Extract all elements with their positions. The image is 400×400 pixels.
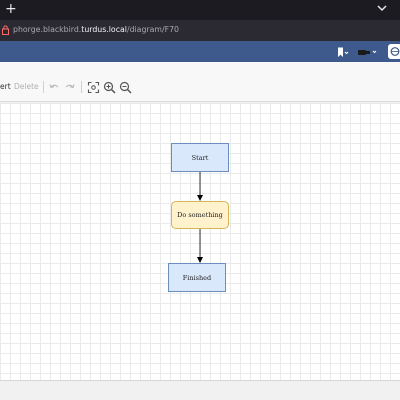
bookmark-icon[interactable] xyxy=(337,47,349,58)
globe-button[interactable] xyxy=(388,44,400,59)
url-domain: turdus.local xyxy=(81,25,127,34)
undo-icon[interactable] xyxy=(48,81,61,94)
status-bar xyxy=(0,380,400,400)
url-path: /diagram/F70 xyxy=(126,25,180,34)
diagram-node-start[interactable]: Start xyxy=(171,143,229,172)
diagram-toolbar: ert Delete xyxy=(0,62,400,102)
insert-button[interactable]: ert xyxy=(0,82,11,92)
chevron-down-icon[interactable] xyxy=(376,3,388,13)
redo-icon[interactable] xyxy=(63,81,76,94)
node-label: Finished xyxy=(182,273,212,282)
user-icon[interactable] xyxy=(358,48,380,57)
node-label: Start xyxy=(191,153,209,162)
globe-icon xyxy=(390,47,400,56)
node-label: Do something xyxy=(177,211,223,219)
toolbar-separator xyxy=(81,81,82,93)
fit-icon[interactable] xyxy=(87,81,100,94)
app-header xyxy=(0,41,400,62)
zoom-in-icon[interactable] xyxy=(103,81,116,94)
toolbar-separator xyxy=(43,81,44,93)
browser-tab-strip: + xyxy=(0,0,400,20)
url-bar[interactable]: phorge.blackbird.turdus.local/diagram/F7… xyxy=(0,20,400,41)
diagram-node-finished[interactable]: Finished xyxy=(168,263,226,292)
url-prefix: phorge.blackbird. xyxy=(13,25,82,34)
delete-button[interactable]: Delete xyxy=(14,82,39,92)
lock-icon xyxy=(2,25,9,35)
diagram-node-do-something[interactable]: Do something xyxy=(171,201,229,229)
zoom-out-icon[interactable] xyxy=(119,81,132,94)
diagram-canvas[interactable]: Start Do something Finished xyxy=(0,103,400,380)
new-tab-button[interactable]: + xyxy=(5,2,17,16)
url-text[interactable]: phorge.blackbird.turdus.local/diagram/F7… xyxy=(13,24,179,36)
